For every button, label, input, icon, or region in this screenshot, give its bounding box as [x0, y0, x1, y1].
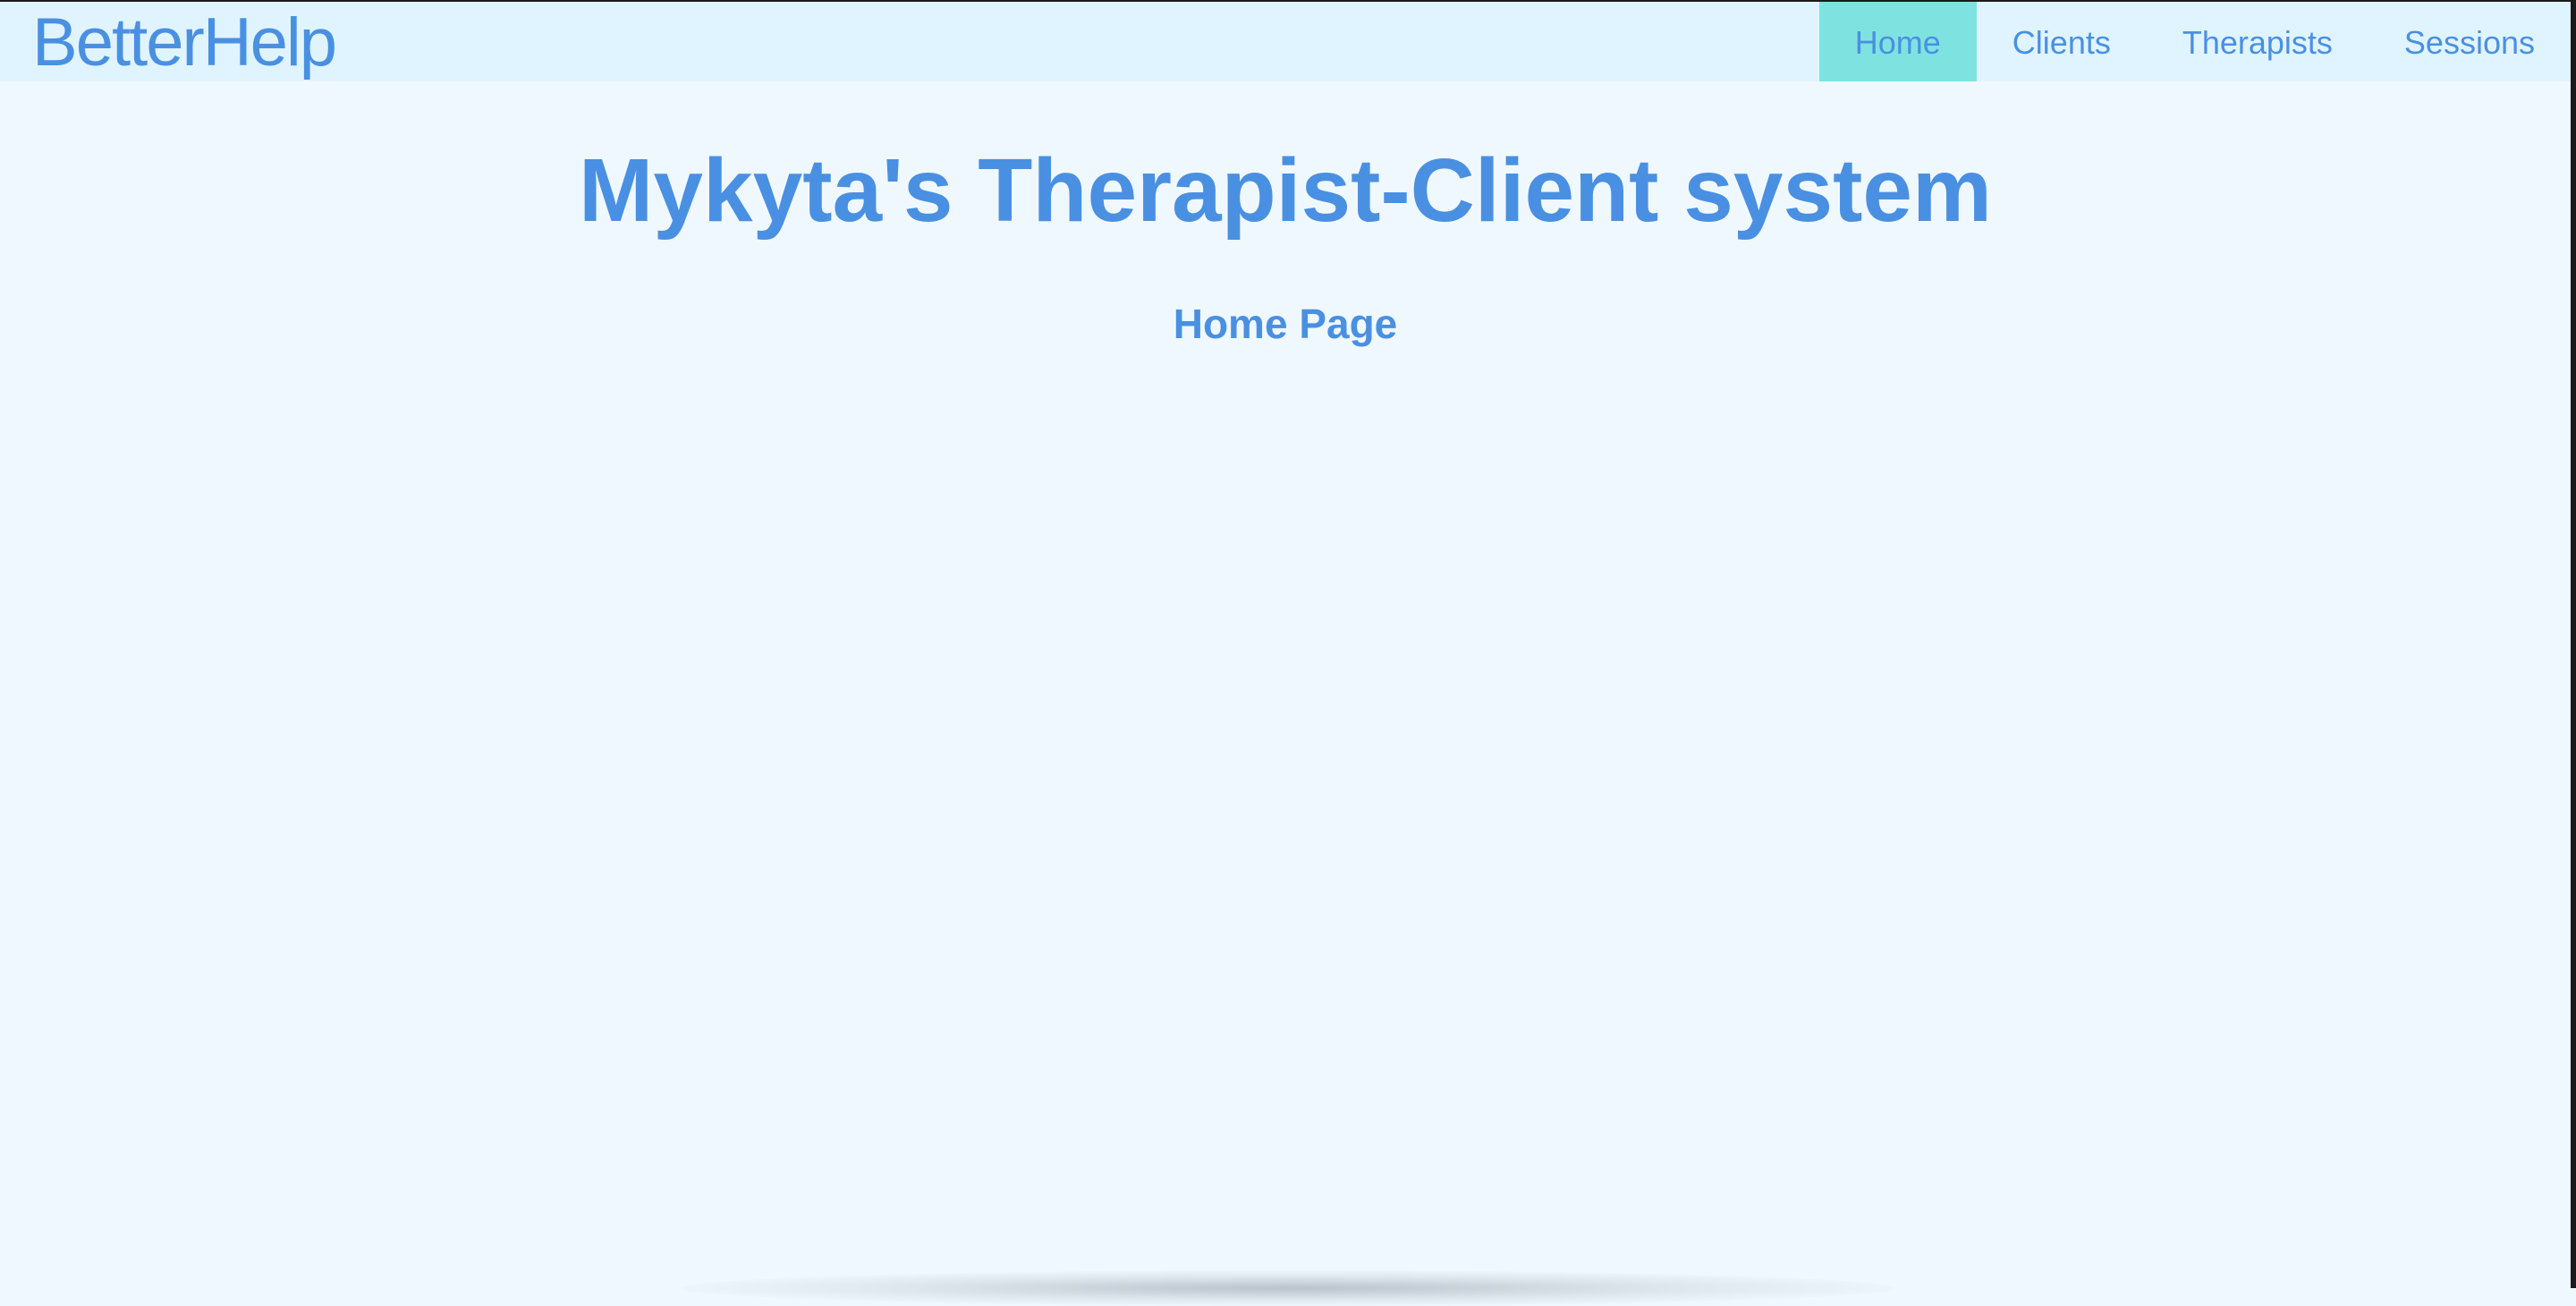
brand-logo[interactable]: BetterHelp: [0, 0, 337, 81]
nav-link-home[interactable]: Home: [1818, 0, 1977, 81]
page-title: Mykyta's Therapist-Client system: [579, 140, 1992, 241]
nav-link-therapists[interactable]: Therapists: [2147, 0, 2368, 81]
nav-link-sessions[interactable]: Sessions: [2368, 0, 2571, 81]
page-subtitle: Home Page: [1173, 301, 1398, 347]
window-top-border: [0, 0, 2576, 2]
nav-link-clients[interactable]: Clients: [1977, 0, 2147, 81]
bottom-shadow: [680, 1270, 1896, 1306]
navbar: BetterHelp Home Clients Therapists Sessi…: [0, 0, 2571, 81]
nav-links: Home Clients Therapists Sessions: [1818, 0, 2571, 81]
main-content: Mykyta's Therapist-Client system Home Pa…: [0, 81, 2571, 344]
window-right-border: [2571, 0, 2576, 1288]
